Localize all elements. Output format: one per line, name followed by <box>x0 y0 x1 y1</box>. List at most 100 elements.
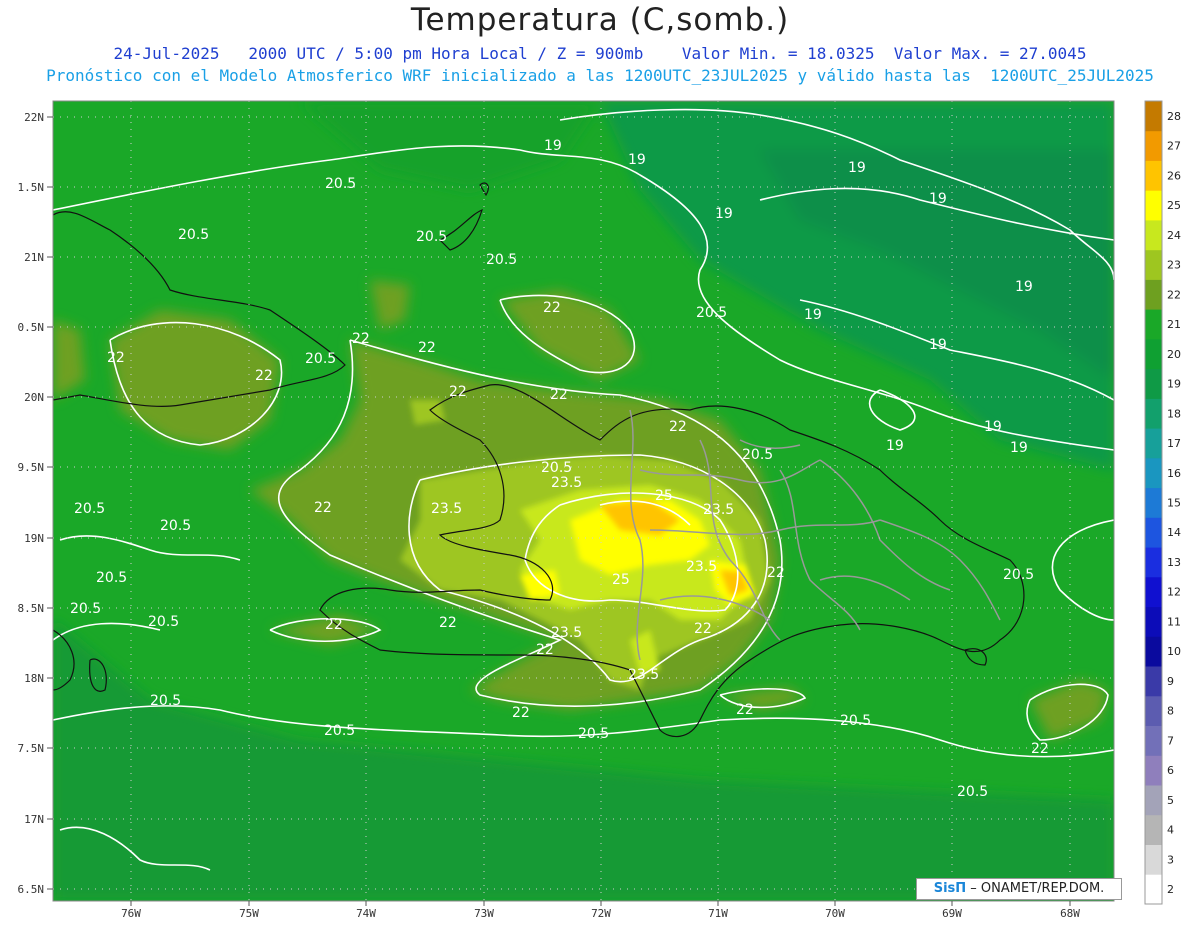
colorbar-label: 3 <box>1167 853 1174 866</box>
contour-label: 25 <box>612 572 630 588</box>
contour-label: 22 <box>418 340 436 356</box>
colorbar-label: 6 <box>1167 764 1174 777</box>
contour-label: 19 <box>929 191 947 207</box>
contour-label: 22 <box>550 387 568 403</box>
contour-label: 20.5 <box>74 501 105 517</box>
colorbar-label: 28 <box>1167 110 1181 123</box>
contour-label: 20.5 <box>150 693 181 709</box>
colorbar-swatch <box>1145 725 1162 756</box>
lat-tick-label: 7.5N <box>18 742 45 755</box>
lon-tick-label: 68W <box>1060 907 1080 920</box>
contour-label: 20.5 <box>1003 567 1034 583</box>
contour-label: 19 <box>715 206 733 222</box>
colorbar-swatch <box>1145 160 1162 191</box>
lon-tick-label: 75W <box>239 907 259 920</box>
contour-label: 22 <box>1031 741 1049 757</box>
colorbar-swatch <box>1145 279 1162 310</box>
colorbar-swatch <box>1145 874 1162 905</box>
colorbar-label: 19 <box>1167 378 1181 391</box>
temperature-map: 20.5 20.5 20.5 20.5 20.5 20.5 20.5 20.5 … <box>18 100 1181 920</box>
colorbar-label: 27 <box>1167 140 1181 153</box>
lat-tick-label: 17N <box>24 813 44 826</box>
contour-label: 22 <box>543 300 561 316</box>
contour-label: 23.5 <box>431 501 462 517</box>
colorbar-label: 2 <box>1167 883 1174 896</box>
contour-label: 20.5 <box>840 713 871 729</box>
contour-label: 23.5 <box>628 667 659 683</box>
colorbar-swatch <box>1145 755 1162 786</box>
contour-label: 23.5 <box>703 502 734 518</box>
contour-label: 22 <box>536 642 554 658</box>
lat-tick-label: 9.5N <box>18 461 45 474</box>
longitude-axis: 76W 75W 74W 73W 72W 71W 70W 69W 68W <box>121 907 1080 920</box>
colorbar-label: 13 <box>1167 556 1181 569</box>
colorbar-swatch <box>1145 428 1162 459</box>
contour-label: 25 <box>655 488 673 504</box>
colorbar-swatch <box>1145 368 1162 399</box>
contour-label: 22 <box>694 621 712 637</box>
colorbar-label: 8 <box>1167 705 1174 718</box>
contour-label: 20.5 <box>70 601 101 617</box>
colorbar-label: 26 <box>1167 169 1181 182</box>
contour-label: 22 <box>255 368 273 384</box>
contour-label: 19 <box>886 438 904 454</box>
contour-label: 20.5 <box>160 518 191 534</box>
lon-tick-label: 71W <box>708 907 728 920</box>
lon-tick-label: 69W <box>942 907 962 920</box>
contour-label: 20.5 <box>178 227 209 243</box>
contour-label: 22 <box>325 617 343 633</box>
contour-label: 22 <box>107 350 125 366</box>
lat-tick-label: 20N <box>24 391 44 404</box>
contour-label: 23.5 <box>551 625 582 641</box>
colorbar-label: 15 <box>1167 497 1181 510</box>
colorbar-swatch <box>1145 606 1162 637</box>
credit-box: SisΠ – ONAMET/REP.DOM. <box>916 878 1122 900</box>
colorbar-label: 21 <box>1167 318 1181 331</box>
colorbar-label: 16 <box>1167 467 1181 480</box>
contour-label: 19 <box>929 337 947 353</box>
lat-tick-label: 6.5N <box>18 883 45 896</box>
colorbar-swatch <box>1145 130 1162 161</box>
colorbar-label: 11 <box>1167 616 1181 629</box>
colorbar-swatch <box>1145 814 1162 845</box>
colorbar-swatch <box>1145 457 1162 489</box>
colorbar-swatch <box>1145 220 1162 251</box>
credit-text: – ONAMET/REP.DOM. <box>966 881 1105 896</box>
colorbar-swatch <box>1145 844 1162 875</box>
colorbar-swatch <box>1145 309 1162 340</box>
colorbar-label: 24 <box>1167 229 1181 242</box>
contour-label: 20.5 <box>541 460 572 476</box>
contour-label: 19 <box>984 419 1002 435</box>
colorbar: 2345678910111213141516171819202122232425… <box>1144 100 1181 905</box>
lat-tick-label: 1.5N <box>18 181 45 194</box>
contour-label: 20.5 <box>324 723 355 739</box>
contour-label: 19 <box>1010 440 1028 456</box>
colorbar-label: 25 <box>1167 199 1181 212</box>
colorbar-label: 14 <box>1167 526 1181 539</box>
contour-label: 20.5 <box>96 570 127 586</box>
contour-label: 22 <box>767 565 785 581</box>
contour-label: 20.5 <box>957 784 988 800</box>
contour-label: 22 <box>669 419 687 435</box>
lon-tick-label: 70W <box>825 907 845 920</box>
colorbar-label: 20 <box>1167 348 1181 361</box>
contour-label: 22 <box>736 702 754 718</box>
lon-tick-label: 72W <box>591 907 611 920</box>
contour-label: 22 <box>449 384 467 400</box>
colorbar-label: 18 <box>1167 407 1181 420</box>
colorbar-label: 4 <box>1167 824 1174 837</box>
colorbar-swatch <box>1145 785 1162 816</box>
contour-label: 23.5 <box>686 559 717 575</box>
contour-label: 20.5 <box>486 252 517 268</box>
contour-label: 20.5 <box>742 447 773 463</box>
contour-label: 19 <box>1015 279 1033 295</box>
contour-label: 20.5 <box>305 351 336 367</box>
contour-label: 19 <box>804 307 822 323</box>
contour-label: 19 <box>544 138 562 154</box>
lat-tick-label: 8.5N <box>18 602 45 615</box>
colorbar-swatch <box>1145 190 1162 221</box>
latitude-ticks <box>47 116 53 890</box>
colorbar-label: 9 <box>1167 675 1174 688</box>
colorbar-swatch <box>1145 338 1162 370</box>
contour-label: 23.5 <box>551 475 582 491</box>
